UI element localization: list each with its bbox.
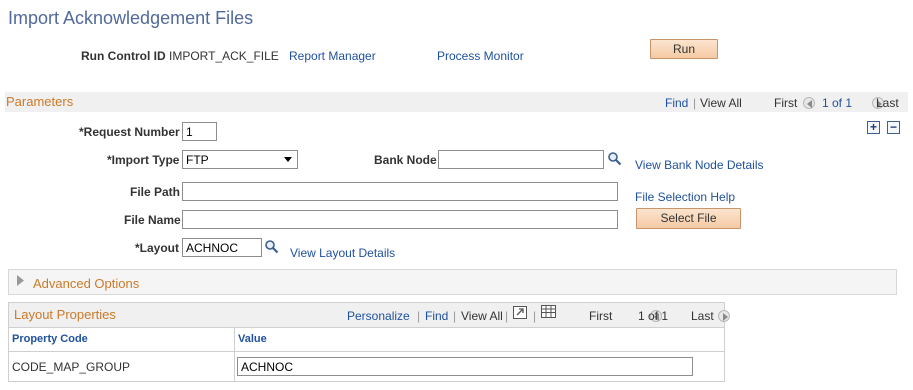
import-type-select[interactable]: FTP bbox=[182, 150, 298, 169]
parameters-view-all: View All bbox=[700, 96, 742, 110]
column-header-property-code[interactable]: Property Code bbox=[12, 333, 88, 345]
bank-node-input[interactable] bbox=[438, 150, 604, 169]
run-button[interactable]: Run bbox=[650, 39, 718, 59]
file-path-input[interactable] bbox=[182, 182, 618, 201]
parameters-title: Parameters bbox=[6, 94, 74, 109]
file-name-input[interactable] bbox=[182, 210, 618, 229]
page-title: Import Acknowledgement Files bbox=[8, 8, 254, 28]
zoom-grid-icon[interactable] bbox=[513, 306, 529, 320]
magnifier-icon[interactable] bbox=[607, 151, 622, 166]
run-control-value: IMPORT_ACK_FILE bbox=[169, 49, 279, 63]
request-number-input[interactable] bbox=[182, 122, 217, 141]
grid-divider bbox=[9, 351, 724, 352]
grid-nav-separator: | bbox=[505, 309, 509, 323]
grid-first-label: First bbox=[589, 309, 613, 323]
row-property-code: CODE_MAP_GROUP bbox=[12, 360, 131, 374]
advanced-options-label[interactable]: Advanced Options bbox=[33, 276, 139, 291]
file-selection-help-link[interactable]: File Selection Help bbox=[635, 190, 735, 204]
layout-label: *Layout bbox=[135, 241, 180, 255]
download-grid-icon[interactable] bbox=[541, 305, 557, 319]
advanced-options-bar[interactable] bbox=[8, 269, 897, 295]
magnifier-icon[interactable] bbox=[264, 239, 279, 254]
file-path-label: File Path bbox=[130, 185, 181, 199]
add-row-button[interactable]: + bbox=[867, 121, 880, 134]
parameters-count: 1 of 1 bbox=[822, 96, 853, 110]
parameters-first-label: First bbox=[774, 96, 798, 110]
row-value-input[interactable] bbox=[237, 357, 693, 376]
import-type-label: *Import Type bbox=[107, 153, 180, 167]
layout-properties-title: Layout Properties bbox=[14, 307, 116, 322]
triangle-right-icon[interactable] bbox=[17, 275, 24, 286]
next-arrow-icon[interactable] bbox=[718, 309, 731, 322]
parameters-find-link[interactable]: Find bbox=[665, 96, 688, 110]
chevron-down-icon bbox=[284, 157, 292, 162]
grid-divider bbox=[9, 327, 724, 328]
grid-last-label: Last bbox=[691, 309, 714, 323]
run-control-label: Run Control ID bbox=[81, 49, 166, 63]
parameters-last-label: Last bbox=[876, 96, 899, 110]
process-monitor-link[interactable]: Process Monitor bbox=[437, 49, 524, 63]
view-layout-details-link[interactable]: View Layout Details bbox=[290, 246, 395, 260]
grid-column-divider bbox=[234, 328, 235, 381]
parameters-bar bbox=[5, 92, 908, 112]
grid-find-link[interactable]: Find bbox=[425, 309, 448, 323]
request-number-label: *Request Number bbox=[79, 125, 180, 139]
remove-row-button[interactable]: − bbox=[887, 121, 900, 134]
column-header-value[interactable]: Value bbox=[238, 333, 267, 345]
select-file-button[interactable]: Select File bbox=[636, 208, 741, 229]
layout-input[interactable] bbox=[182, 238, 262, 257]
import-type-value: FTP bbox=[186, 153, 209, 167]
report-manager-link[interactable]: Report Manager bbox=[289, 49, 376, 63]
file-name-label: File Name bbox=[124, 213, 181, 227]
parameters-nav-separator: | bbox=[693, 96, 697, 110]
grid-nav-separator: | bbox=[533, 309, 537, 323]
prev-arrow-icon[interactable] bbox=[803, 96, 815, 109]
bank-node-label: Bank Node bbox=[374, 153, 437, 167]
grid-nav-separator: | bbox=[453, 309, 457, 323]
grid-nav-separator: | bbox=[417, 309, 421, 323]
personalize-link[interactable]: Personalize bbox=[347, 309, 410, 323]
grid-count: 1 of 1 bbox=[638, 309, 669, 323]
grid-view-all: View All bbox=[461, 309, 503, 323]
view-bank-node-details-link[interactable]: View Bank Node Details bbox=[635, 158, 764, 172]
